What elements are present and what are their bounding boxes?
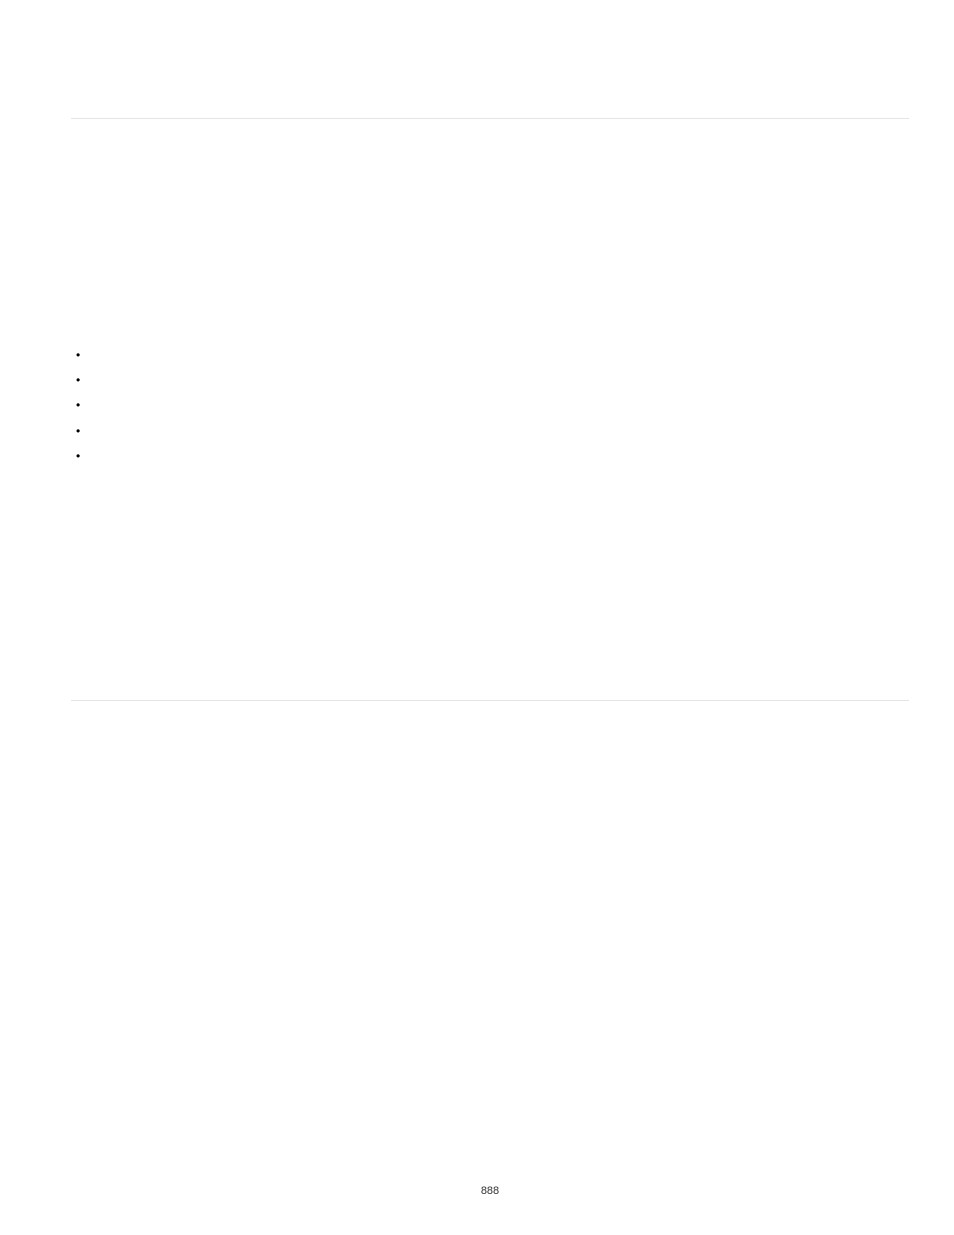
list-item: [76, 418, 80, 443]
list-item: [76, 443, 80, 468]
bullet-list: [76, 342, 80, 468]
horizontal-rule-top: [71, 118, 909, 119]
document-page: 888: [71, 0, 909, 1235]
list-item: [76, 342, 80, 367]
list-item: [76, 393, 80, 418]
page-number: 888: [71, 1185, 909, 1197]
horizontal-rule-bottom: [71, 700, 909, 701]
list-item: [76, 367, 80, 392]
